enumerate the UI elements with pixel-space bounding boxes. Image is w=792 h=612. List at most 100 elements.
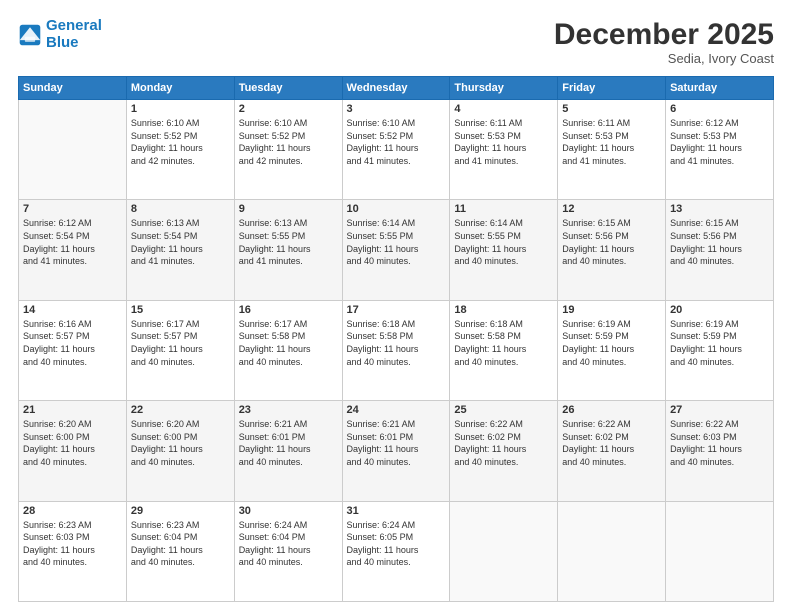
weekday-header: SundayMondayTuesdayWednesdayThursdayFrid… xyxy=(19,77,774,100)
logo-line1: General xyxy=(46,17,102,34)
day-cell: 15 Sunrise: 6:17 AM Sunset: 5:57 PM Dayli… xyxy=(126,300,234,400)
weekday-friday: Friday xyxy=(558,77,666,100)
day-cell: 20 Sunrise: 6:19 AM Sunset: 5:59 PM Dayli… xyxy=(666,300,774,400)
week-row-1: 1 Sunrise: 6:10 AM Sunset: 5:52 PM Daylig… xyxy=(19,100,774,200)
day-cell: 27 Sunrise: 6:22 AM Sunset: 6:03 PM Dayli… xyxy=(666,401,774,501)
day-number: 24 xyxy=(347,404,446,416)
weekday-wednesday: Wednesday xyxy=(342,77,450,100)
day-cell: 30 Sunrise: 6:24 AM Sunset: 6:04 PM Dayli… xyxy=(234,501,342,601)
day-info: Sunrise: 6:15 AM Sunset: 5:56 PM Dayligh… xyxy=(670,217,769,267)
day-number: 4 xyxy=(454,103,553,115)
day-number: 15 xyxy=(131,304,230,316)
day-info: Sunrise: 6:12 AM Sunset: 5:53 PM Dayligh… xyxy=(670,117,769,167)
day-info: Sunrise: 6:17 AM Sunset: 5:58 PM Dayligh… xyxy=(239,318,338,368)
day-info: Sunrise: 6:18 AM Sunset: 5:58 PM Dayligh… xyxy=(347,318,446,368)
page: General Blue December 2025 Sedia, Ivory … xyxy=(0,0,792,612)
day-number: 7 xyxy=(23,203,122,215)
day-info: Sunrise: 6:22 AM Sunset: 6:03 PM Dayligh… xyxy=(670,418,769,468)
day-number: 30 xyxy=(239,505,338,517)
weekday-tuesday: Tuesday xyxy=(234,77,342,100)
header: General Blue December 2025 Sedia, Ivory … xyxy=(18,18,774,66)
day-cell: 2 Sunrise: 6:10 AM Sunset: 5:52 PM Daylig… xyxy=(234,100,342,200)
day-info: Sunrise: 6:18 AM Sunset: 5:58 PM Dayligh… xyxy=(454,318,553,368)
day-info: Sunrise: 6:24 AM Sunset: 6:05 PM Dayligh… xyxy=(347,519,446,569)
day-number: 19 xyxy=(562,304,661,316)
day-number: 1 xyxy=(131,103,230,115)
day-number: 25 xyxy=(454,404,553,416)
day-number: 14 xyxy=(23,304,122,316)
title-block: December 2025 Sedia, Ivory Coast xyxy=(554,18,774,66)
day-number: 8 xyxy=(131,203,230,215)
day-cell: 3Sunrise: 6:10 AM Sunset: 5:52 PM Daylig… xyxy=(342,100,450,200)
logo-text: General Blue xyxy=(46,18,102,51)
day-info: Sunrise: 6:19 AM Sunset: 5:59 PM Dayligh… xyxy=(670,318,769,368)
day-cell: 19 Sunrise: 6:19 AM Sunset: 5:59 PM Dayli… xyxy=(558,300,666,400)
day-cell: 4Sunrise: 6:11 AM Sunset: 5:53 PM Daylig… xyxy=(450,100,558,200)
day-info: Sunrise: 6:14 AM Sunset: 5:55 PM Dayligh… xyxy=(454,217,553,267)
day-info: Sunrise: 6:10 AM Sunset: 5:52 PM Dayligh… xyxy=(239,117,338,167)
day-cell: 5Sunrise: 6:11 AM Sunset: 5:53 PM Daylig… xyxy=(558,100,666,200)
weekday-monday: Monday xyxy=(126,77,234,100)
day-number: 23 xyxy=(239,404,338,416)
day-info: Sunrise: 6:15 AM Sunset: 5:56 PM Dayligh… xyxy=(562,217,661,267)
day-number: 11 xyxy=(454,203,553,215)
day-cell xyxy=(450,501,558,601)
day-cell: 11 Sunrise: 6:14 AM Sunset: 5:55 PM Dayli… xyxy=(450,200,558,300)
weekday-saturday: Saturday xyxy=(666,77,774,100)
location: Sedia, Ivory Coast xyxy=(554,51,774,66)
day-cell: 9 Sunrise: 6:13 AM Sunset: 5:55 PM Daylig… xyxy=(234,200,342,300)
day-number: 17 xyxy=(347,304,446,316)
calendar-table: SundayMondayTuesdayWednesdayThursdayFrid… xyxy=(18,76,774,602)
day-cell: 25 Sunrise: 6:22 AM Sunset: 6:02 PM Dayli… xyxy=(450,401,558,501)
logo-line2: Blue xyxy=(46,34,79,51)
week-row-5: 28 Sunrise: 6:23 AM Sunset: 6:03 PM Dayli… xyxy=(19,501,774,601)
week-row-2: 7 Sunrise: 6:12 AM Sunset: 5:54 PM Daylig… xyxy=(19,200,774,300)
calendar-body: 1 Sunrise: 6:10 AM Sunset: 5:52 PM Daylig… xyxy=(19,100,774,602)
weekday-sunday: Sunday xyxy=(19,77,127,100)
day-number: 21 xyxy=(23,404,122,416)
day-info: Sunrise: 6:23 AM Sunset: 6:03 PM Dayligh… xyxy=(23,519,122,569)
day-number: 2 xyxy=(239,103,338,115)
day-cell: 14 Sunrise: 6:16 AM Sunset: 5:57 PM Dayli… xyxy=(19,300,127,400)
day-info: Sunrise: 6:17 AM Sunset: 5:57 PM Dayligh… xyxy=(131,318,230,368)
day-cell: 24Sunrise: 6:21 AM Sunset: 6:01 PM Dayli… xyxy=(342,401,450,501)
logo: General Blue xyxy=(18,18,102,51)
day-info: Sunrise: 6:21 AM Sunset: 6:01 PM Dayligh… xyxy=(239,418,338,468)
day-info: Sunrise: 6:14 AM Sunset: 5:55 PM Dayligh… xyxy=(347,217,446,267)
day-info: Sunrise: 6:13 AM Sunset: 5:55 PM Dayligh… xyxy=(239,217,338,267)
day-info: Sunrise: 6:23 AM Sunset: 6:04 PM Dayligh… xyxy=(131,519,230,569)
day-info: Sunrise: 6:20 AM Sunset: 6:00 PM Dayligh… xyxy=(131,418,230,468)
weekday-thursday: Thursday xyxy=(450,77,558,100)
day-number: 12 xyxy=(562,203,661,215)
day-cell: 6Sunrise: 6:12 AM Sunset: 5:53 PM Daylig… xyxy=(666,100,774,200)
day-number: 27 xyxy=(670,404,769,416)
day-number: 13 xyxy=(670,203,769,215)
day-number: 22 xyxy=(131,404,230,416)
day-cell xyxy=(19,100,127,200)
week-row-3: 14 Sunrise: 6:16 AM Sunset: 5:57 PM Dayli… xyxy=(19,300,774,400)
day-cell xyxy=(558,501,666,601)
day-cell: 18 Sunrise: 6:18 AM Sunset: 5:58 PM Dayli… xyxy=(450,300,558,400)
day-info: Sunrise: 6:24 AM Sunset: 6:04 PM Dayligh… xyxy=(239,519,338,569)
day-number: 18 xyxy=(454,304,553,316)
day-info: Sunrise: 6:19 AM Sunset: 5:59 PM Dayligh… xyxy=(562,318,661,368)
day-number: 20 xyxy=(670,304,769,316)
day-cell xyxy=(666,501,774,601)
day-number: 9 xyxy=(239,203,338,215)
day-info: Sunrise: 6:22 AM Sunset: 6:02 PM Dayligh… xyxy=(454,418,553,468)
day-cell: 17 Sunrise: 6:18 AM Sunset: 5:58 PM Dayli… xyxy=(342,300,450,400)
day-info: Sunrise: 6:12 AM Sunset: 5:54 PM Dayligh… xyxy=(23,217,122,267)
day-info: Sunrise: 6:22 AM Sunset: 6:02 PM Dayligh… xyxy=(562,418,661,468)
day-cell: 23 Sunrise: 6:21 AM Sunset: 6:01 PM Dayli… xyxy=(234,401,342,501)
day-info: Sunrise: 6:10 AM Sunset: 5:52 PM Dayligh… xyxy=(347,117,446,167)
day-info: Sunrise: 6:16 AM Sunset: 5:57 PM Dayligh… xyxy=(23,318,122,368)
day-cell: 31Sunrise: 6:24 AM Sunset: 6:05 PM Dayli… xyxy=(342,501,450,601)
day-info: Sunrise: 6:10 AM Sunset: 5:52 PM Dayligh… xyxy=(131,117,230,167)
day-number: 5 xyxy=(562,103,661,115)
day-cell: 16Sunrise: 6:17 AM Sunset: 5:58 PM Dayli… xyxy=(234,300,342,400)
day-number: 29 xyxy=(131,505,230,517)
day-cell: 21Sunrise: 6:20 AM Sunset: 6:00 PM Dayli… xyxy=(19,401,127,501)
logo-icon xyxy=(18,23,42,47)
day-info: Sunrise: 6:13 AM Sunset: 5:54 PM Dayligh… xyxy=(131,217,230,267)
day-number: 28 xyxy=(23,505,122,517)
